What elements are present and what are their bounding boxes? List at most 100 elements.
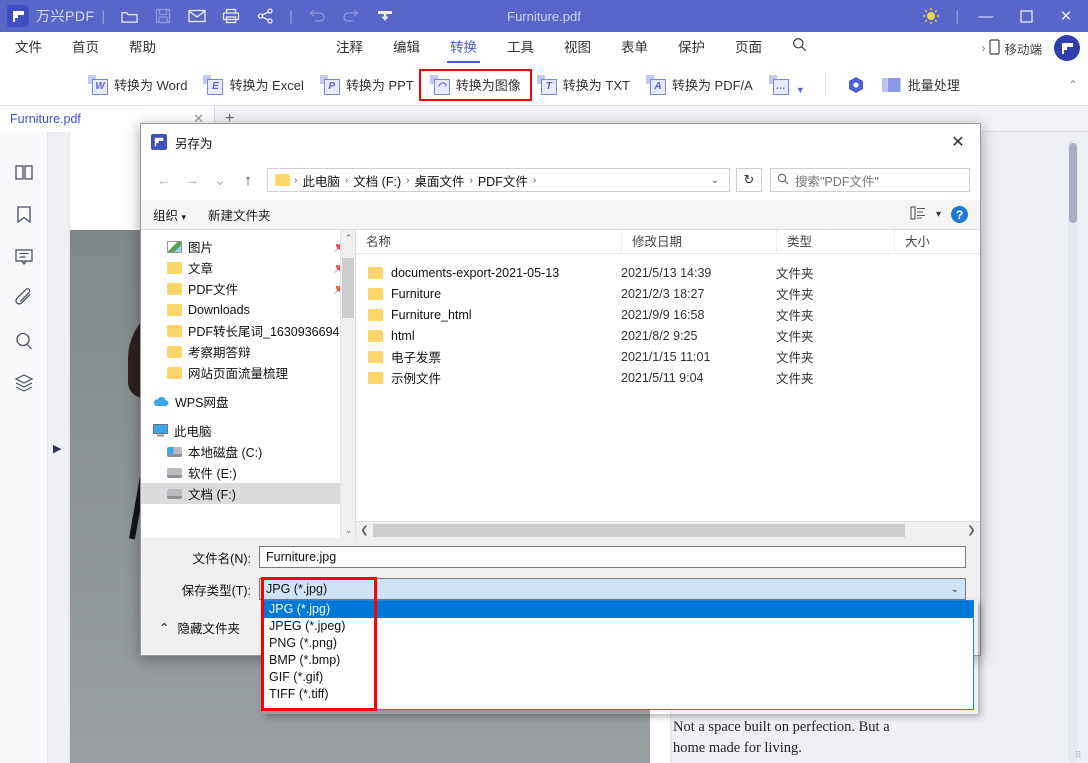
recent-locations-button[interactable]: ⌄ (207, 167, 233, 193)
tree-item-this-pc[interactable]: 此电脑 (141, 420, 355, 441)
table-row[interactable]: 电子发票 2021/1/15 11:01 文件夹 (356, 346, 980, 367)
help-button[interactable]: ? (951, 206, 968, 223)
forward-button[interactable]: → (179, 167, 205, 193)
document-scrollbar[interactable] (1068, 140, 1078, 763)
tree-item-defense[interactable]: 考察期答辩 (141, 341, 355, 362)
batch-process-button[interactable]: 批量处理 (874, 72, 968, 98)
layers-icon[interactable] (11, 370, 37, 396)
panel-expand-arrow[interactable]: ▶ (53, 442, 63, 454)
convert-to-pdfa-button[interactable]: A 转换为 PDF/A (638, 72, 761, 98)
savetype-combobox[interactable]: JPG (*.jpg) ⌄ (259, 578, 966, 600)
mail-icon[interactable] (180, 0, 214, 32)
folder-icon[interactable] (112, 0, 146, 32)
tree-item-local-disk-c[interactable]: 本地磁盘 (C:) (141, 441, 355, 462)
undo-icon[interactable] (300, 0, 334, 32)
redo-icon[interactable] (334, 0, 368, 32)
table-row[interactable]: Furniture_html 2021/9/9 16:58 文件夹 (356, 304, 980, 325)
tree-item-pictures[interactable]: 图片 📌 (141, 236, 355, 257)
new-folder-button[interactable]: 新建文件夹 (208, 205, 271, 224)
scrollbar-thumb[interactable] (1069, 143, 1077, 223)
chevron-up-icon[interactable]: ⌃ (1068, 78, 1088, 92)
view-layout-icon[interactable] (910, 206, 926, 223)
file-list-horizontal-scrollbar[interactable]: ❮ ❯ (356, 521, 980, 538)
dropdown-option-bmp[interactable]: BMP (*.bmp) (263, 652, 973, 669)
comment-icon[interactable] (11, 244, 37, 270)
tree-item-articles[interactable]: 文章 📌 (141, 257, 355, 278)
convert-to-word-button[interactable]: W 转换为 Word (80, 72, 195, 98)
tree-item-site-traffic[interactable]: 网站页面流量梳理 (141, 362, 355, 383)
close-button[interactable]: ✕ (1046, 0, 1086, 32)
search-icon[interactable] (11, 328, 37, 354)
scrollbar-thumb[interactable] (373, 524, 905, 537)
scroll-down-icon[interactable]: ⌄ (341, 522, 356, 538)
sun-icon[interactable] (914, 0, 948, 32)
scrollbar-thumb[interactable] (342, 258, 354, 318)
tree-item-software-e[interactable]: 软件 (E:) (141, 462, 355, 483)
tree-item-documents-f[interactable]: 文档 (F:) (141, 483, 355, 504)
search-input[interactable]: 搜索"PDF文件" (770, 168, 970, 192)
ocr-button[interactable] (838, 72, 874, 98)
column-header-name[interactable]: 名称 (356, 230, 621, 254)
filename-input[interactable]: Furniture.jpg (259, 546, 966, 568)
convert-to-excel-button[interactable]: E 转换为 Excel (195, 72, 311, 98)
dropdown-option-jpeg[interactable]: JPEG (*.jpeg) (263, 618, 973, 635)
menu-item-view[interactable]: 视图 (549, 32, 606, 64)
menu-item-convert[interactable]: 转换 (435, 32, 492, 64)
menu-item-page[interactable]: 页面 (720, 32, 777, 64)
dropdown-option-tiff[interactable]: TIFF (*.tiff) (263, 686, 973, 703)
scroll-left-icon[interactable]: ❮ (356, 525, 373, 536)
table-row[interactable]: documents-export-2021-05-13 2021/5/13 14… (356, 262, 980, 283)
breadcrumb[interactable]: › 此电脑 › 文档 (F:) › 桌面文件 › PDF文件 › ⌄ (267, 168, 730, 192)
share-icon[interactable] (248, 0, 282, 32)
minimize-button[interactable]: — (966, 0, 1006, 32)
dropdown-option-jpg[interactable]: JPG (*.jpg) (263, 601, 973, 618)
dropdown-icon[interactable] (368, 0, 402, 32)
dialog-close-button[interactable]: ✕ (936, 124, 980, 160)
table-row[interactable]: html 2021/8/2 9:25 文件夹 (356, 325, 980, 346)
account-avatar[interactable] (1054, 35, 1080, 61)
tree-item-pdf-longtail[interactable]: PDF转长尾词_1630936694 (141, 320, 355, 341)
menu-item-form[interactable]: 表单 (606, 32, 663, 64)
breadcrumb-item-documents[interactable]: 文档 (F:) (349, 171, 405, 190)
tree-item-wps-cloud[interactable]: WPS网盘 (141, 391, 355, 412)
convert-to-image-button[interactable]: ◠ 转换为图像 (422, 72, 529, 98)
tree-scrollbar[interactable]: ⌃ ⌄ (340, 230, 355, 538)
save-icon[interactable] (146, 0, 180, 32)
bookmark-icon[interactable] (11, 202, 37, 228)
chevron-down-icon[interactable]: ⌄ (951, 584, 959, 595)
print-icon[interactable] (214, 0, 248, 32)
chevron-down-icon[interactable]: ⌄ (705, 175, 725, 186)
tree-item-pdf-files[interactable]: PDF文件 📌 (141, 278, 355, 299)
breadcrumb-item-pdf-files[interactable]: PDF文件 (474, 171, 532, 190)
chevron-down-icon[interactable]: ▾ (936, 209, 941, 220)
maximize-button[interactable] (1006, 0, 1046, 32)
breadcrumb-item-desktop-files[interactable]: 桌面文件 (410, 171, 468, 190)
menu-item-edit[interactable]: 编辑 (378, 32, 435, 64)
back-button[interactable]: ← (151, 167, 177, 193)
convert-to-ppt-button[interactable]: P 转换为 PPT (312, 72, 422, 98)
organize-button[interactable]: 组织 ▾ (153, 205, 186, 224)
tree-item-downloads[interactable]: Downloads (141, 299, 355, 320)
refresh-button[interactable]: ↻ (736, 168, 762, 192)
attachment-icon[interactable] (11, 286, 37, 312)
column-header-type[interactable]: 类型 (776, 230, 894, 254)
menu-item-help[interactable]: 帮助 (114, 32, 171, 64)
convert-to-txt-button[interactable]: T 转换为 TXT (529, 72, 638, 98)
thumbnails-icon[interactable] (11, 160, 37, 186)
column-header-size[interactable]: 大小 (894, 230, 974, 254)
menu-item-tools[interactable]: 工具 (492, 32, 549, 64)
scroll-up-icon[interactable]: ⌃ (341, 230, 356, 246)
menu-item-home[interactable]: 首页 (57, 32, 114, 64)
column-header-date[interactable]: 修改日期 (621, 230, 776, 254)
mobile-label[interactable]: 移动端 (1004, 39, 1042, 58)
dropdown-option-png[interactable]: PNG (*.png) (263, 635, 973, 652)
menu-item-protect[interactable]: 保护 (663, 32, 720, 64)
dropdown-option-gif[interactable]: GIF (*.gif) (263, 669, 973, 686)
up-button[interactable]: ↑ (235, 167, 261, 193)
table-row[interactable]: 示例文件 2021/5/11 9:04 文件夹 (356, 367, 980, 388)
menu-item-annotate[interactable]: 注释 (321, 32, 378, 64)
menu-item-file[interactable]: 文件 (0, 32, 57, 64)
savetype-dropdown-list[interactable]: JPG (*.jpg) JPEG (*.jpeg) PNG (*.png) BM… (262, 600, 974, 710)
breadcrumb-item-this-pc[interactable]: 此电脑 (298, 171, 344, 190)
scroll-right-icon[interactable]: ❯ (963, 525, 980, 536)
